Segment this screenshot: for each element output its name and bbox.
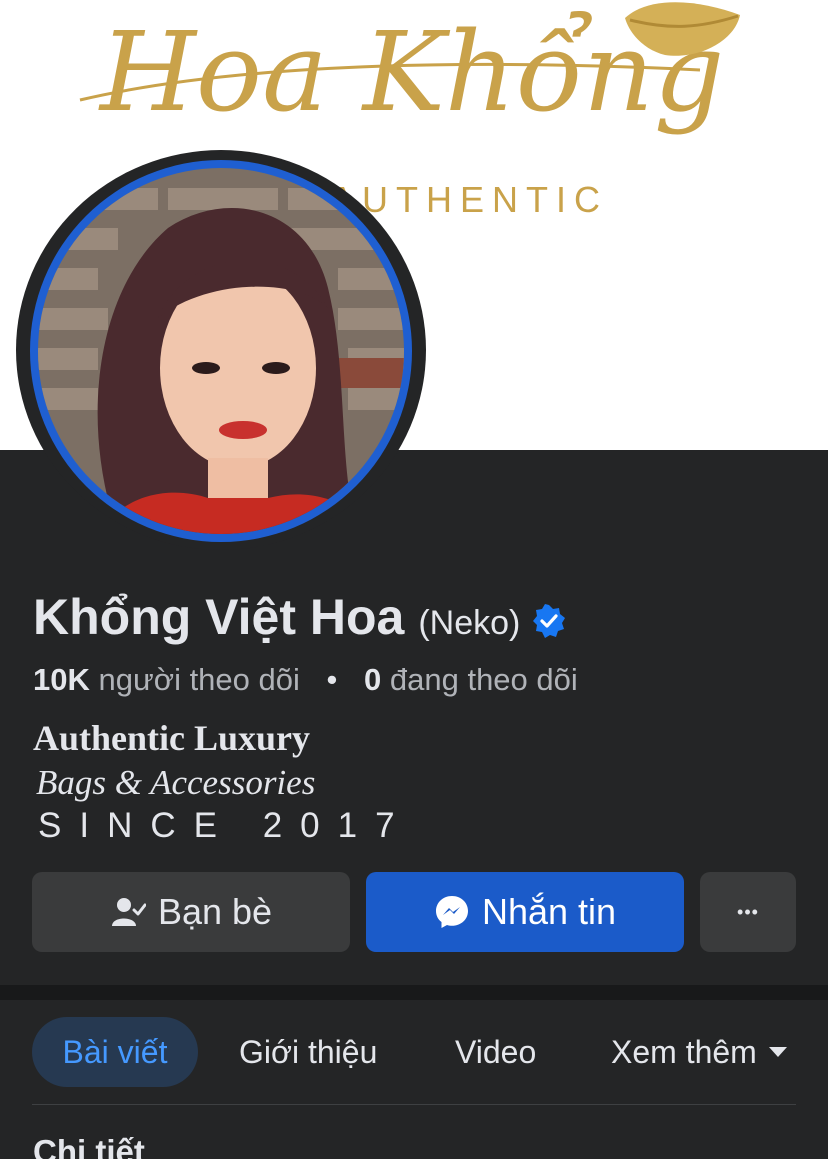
chevron-down-icon xyxy=(768,1047,787,1057)
following-count: 0 xyxy=(364,662,382,697)
profile-photo[interactable] xyxy=(38,168,404,534)
bio-line-1: Authentic Luxury xyxy=(33,718,311,758)
details-section-title: Chi tiết xyxy=(33,1133,145,1159)
messenger-icon xyxy=(435,896,468,928)
friends-button-label: Bạn bè xyxy=(157,891,273,932)
followers-count: 10K xyxy=(33,662,90,697)
friends-button[interactable]: Bạn bè xyxy=(32,872,350,952)
profile-name: Khổng Việt Hoa xyxy=(33,589,405,645)
more-options-button[interactable]: ••• xyxy=(700,872,796,952)
follow-stats[interactable]: 10K người theo dõi • 0 đang theo dõi xyxy=(33,662,578,698)
verified-badge-icon xyxy=(533,604,566,638)
tab-see-more[interactable]: Xem thêm xyxy=(611,1017,787,1087)
avatar[interactable] xyxy=(16,150,426,550)
friend-check-icon xyxy=(111,898,146,926)
followers-label: người theo dõi xyxy=(98,662,300,697)
profile-nickname: (Neko) xyxy=(418,604,521,642)
tab-video[interactable]: Video xyxy=(455,1017,536,1087)
tab-posts[interactable]: Bài viết xyxy=(32,1017,198,1087)
section-divider xyxy=(0,985,828,1000)
message-button-label: Nhắn tin xyxy=(481,891,617,932)
bio-line-3: SINCE 2017 xyxy=(38,806,413,845)
tab-see-more-label: Xem thêm xyxy=(611,1033,757,1070)
tab-about[interactable]: Giới thiệu xyxy=(239,1017,377,1087)
profile-name-row: Khổng Việt Hoa (Neko) xyxy=(33,588,566,646)
following-label: đang theo dõi xyxy=(389,662,578,697)
tabs-divider xyxy=(32,1104,796,1105)
bio-line-2: Bags & Accessories xyxy=(36,763,316,802)
message-button[interactable]: Nhắn tin xyxy=(366,872,684,952)
profile-tabs: Bài viết Giới thiệu Video Xem thêm Chi t… xyxy=(0,1000,828,1159)
stats-separator: • xyxy=(326,662,338,697)
more-dots-icon: ••• xyxy=(737,901,759,922)
